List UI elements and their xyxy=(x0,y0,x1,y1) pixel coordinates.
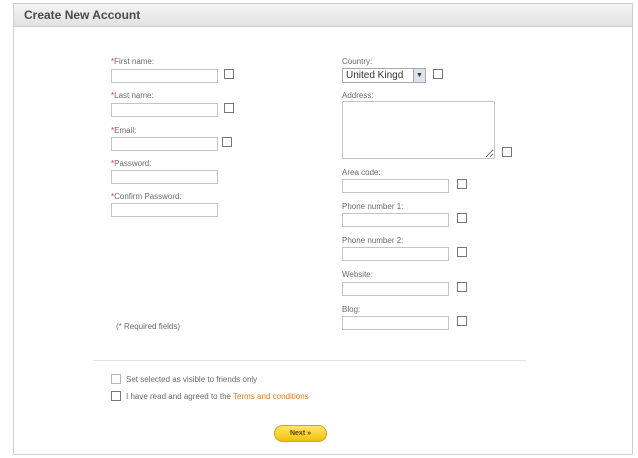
address-label: Address: xyxy=(342,91,374,100)
email-visibility-checkbox[interactable] xyxy=(222,137,232,147)
visible-to-friends-label: Set selected as visible to friends only xyxy=(126,375,258,384)
phone-number-2-label: Phone number 2: xyxy=(342,236,404,245)
account-form-panel xyxy=(13,3,633,455)
country-selected-value: United Kingd xyxy=(346,70,404,81)
address-visibility-checkbox[interactable] xyxy=(502,147,512,157)
blog-label: Blog: xyxy=(342,305,361,314)
page-title: Create New Account xyxy=(24,8,141,22)
divider xyxy=(93,360,526,361)
website-input[interactable] xyxy=(342,282,449,296)
address-textarea[interactable] xyxy=(342,101,495,159)
phone-number-2-input[interactable] xyxy=(342,247,449,261)
phone-number-2-visibility-checkbox[interactable] xyxy=(457,247,467,257)
last-name-label: *Last name: xyxy=(111,91,154,100)
country-label: Country: xyxy=(342,57,373,66)
next-button[interactable]: Next » xyxy=(274,425,327,442)
first-name-input[interactable] xyxy=(111,69,218,83)
website-visibility-checkbox[interactable] xyxy=(457,282,467,292)
visible-to-friends-checkbox[interactable] xyxy=(111,374,121,384)
phone-number-1-input[interactable] xyxy=(342,213,449,227)
country-visibility-checkbox[interactable] xyxy=(433,69,443,79)
terms-link[interactable]: Terms and conditions xyxy=(233,392,309,401)
first-name-visibility-checkbox[interactable] xyxy=(224,69,234,79)
email-label: *Email: xyxy=(111,126,137,135)
country-select[interactable]: United Kingd ▼ xyxy=(342,68,426,83)
last-name-visibility-checkbox[interactable] xyxy=(224,103,234,113)
email-input[interactable] xyxy=(111,137,218,151)
password-label: *Password: xyxy=(111,159,152,168)
last-name-input[interactable] xyxy=(111,103,218,117)
blog-input[interactable] xyxy=(342,316,449,330)
blog-visibility-checkbox[interactable] xyxy=(457,316,467,326)
terms-agree-checkbox[interactable] xyxy=(111,391,121,401)
required-fields-note: (* Required fields) xyxy=(116,322,181,331)
confirm-password-label: *Confirm Password: xyxy=(111,192,182,201)
area-code-label: Area code: xyxy=(342,168,381,177)
terms-agree-label: I have read and agreed to the Terms and … xyxy=(126,392,309,401)
website-label: Website: xyxy=(342,270,373,279)
chevron-down-icon[interactable]: ▼ xyxy=(413,69,425,82)
area-code-input[interactable] xyxy=(342,179,449,193)
confirm-password-input[interactable] xyxy=(111,203,218,217)
first-name-label: *First name: xyxy=(111,57,155,66)
phone-number-1-visibility-checkbox[interactable] xyxy=(457,213,467,223)
password-input[interactable] xyxy=(111,170,218,184)
area-code-visibility-checkbox[interactable] xyxy=(457,179,467,189)
phone-number-1-label: Phone number 1: xyxy=(342,202,404,211)
